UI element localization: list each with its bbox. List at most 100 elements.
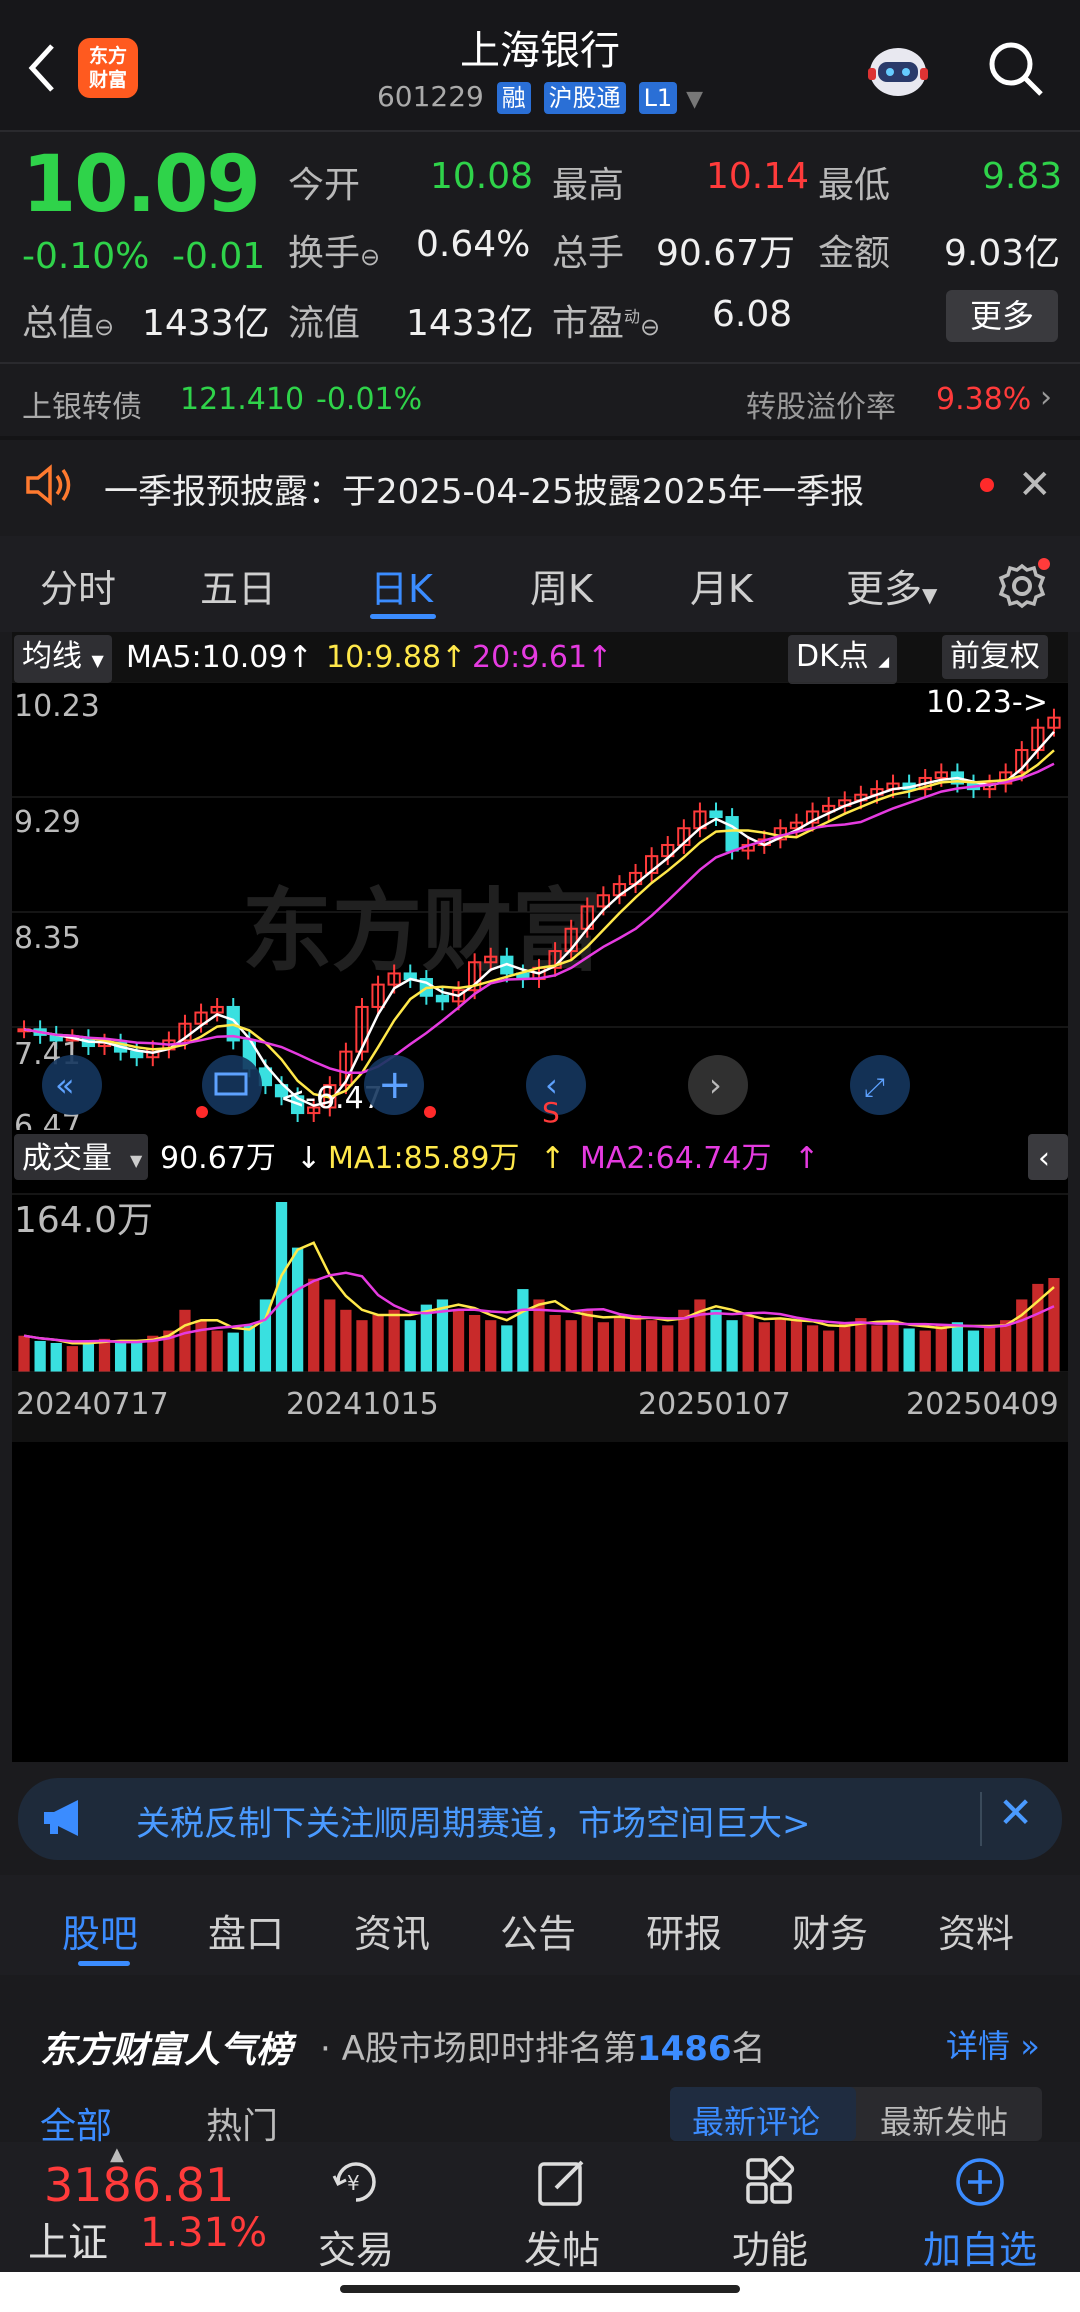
tab-order-book[interactable]: 盘口 — [208, 1903, 284, 1958]
header-bar: 东方财富 上海银行 601229 融 沪股通 L1 ▼ — [0, 0, 1080, 130]
volume-bar — [597, 1322, 610, 1372]
tab-intraday[interactable]: 分时 — [40, 558, 116, 613]
premium-label: 转股溢价率 — [746, 390, 896, 425]
low-value: 9.83 — [982, 156, 1063, 197]
volume-bar — [372, 1314, 384, 1372]
volume-bar — [291, 1247, 304, 1372]
candle-body — [435, 994, 450, 1003]
volume-bar — [356, 1320, 368, 1372]
volume-bar — [823, 1330, 835, 1372]
open-label: 今开 — [288, 165, 361, 206]
volume-bar — [34, 1340, 46, 1372]
tab-forum[interactable]: 股吧 — [62, 1903, 138, 1958]
sort-latest-comment[interactable]: 最新评论 — [692, 2097, 820, 2143]
open-value: 10.08 — [430, 156, 534, 197]
bottom-nav: ▲ 3186.81 上证 1.31% ¥ 交易 发帖 功能 加自选 — [0, 2142, 1080, 2272]
dropdown-triangle-icon[interactable]: ▼ — [686, 87, 703, 112]
dk-point-button[interactable]: DK点 ◢ — [788, 635, 898, 684]
expand-icon: ⤢ — [864, 1073, 885, 1103]
ma-selector[interactable]: 均线 ▼ — [14, 635, 112, 683]
plus-icon: + — [378, 1062, 412, 1108]
tab-more[interactable]: 更多▼ — [846, 558, 937, 613]
volume-bar — [662, 1325, 674, 1372]
volume-bar — [388, 1309, 400, 1372]
event-dot[interactable] — [196, 1106, 208, 1118]
vol-ma2-arrow: ↑ — [794, 1141, 819, 1176]
volume-bar — [18, 1335, 30, 1372]
bond-name[interactable]: 上银转债 — [22, 382, 142, 426]
tab-weekly-k[interactable]: 周K — [530, 558, 593, 613]
bond-price: 121.410 — [180, 382, 305, 417]
tab-daily-k[interactable]: 日K — [370, 558, 433, 613]
search-icon[interactable] — [985, 38, 1047, 100]
volume-bar — [420, 1304, 432, 1372]
more-quote-button[interactable]: 更多 — [946, 290, 1058, 342]
robot-assistant-icon[interactable] — [862, 34, 934, 106]
volume-bar — [871, 1325, 883, 1372]
volume-bar — [195, 1320, 207, 1372]
volume-bars — [18, 1202, 1060, 1372]
high-label: 最高 — [552, 165, 625, 206]
home-indicator[interactable] — [340, 2285, 740, 2293]
volume-bar — [758, 1322, 770, 1372]
vol-ma1-value: MA1:85.89万 — [328, 1141, 519, 1176]
tab-announcements[interactable]: 公告 — [500, 1903, 576, 1958]
volume-bar — [565, 1320, 577, 1372]
volume-bar — [243, 1325, 255, 1372]
volume-bar — [613, 1318, 626, 1372]
sort-latest-post[interactable]: 最新发帖 — [880, 2097, 1008, 2143]
volume-bar — [967, 1330, 980, 1372]
divider — [0, 130, 1080, 132]
ma-legend-bar: 均线 ▼ MA5:10.09↑ 10:9.88↑ 20:9.61↑ DK点 ◢ … — [12, 632, 1068, 684]
function-grid-icon — [746, 2155, 795, 2204]
volume-bar — [726, 1320, 738, 1372]
tab-finance[interactable]: 财务 — [792, 1903, 868, 1958]
settings-gear-icon[interactable] — [996, 556, 1052, 612]
nav-add-watchlist[interactable]: 加自选 — [900, 2142, 1060, 2272]
nav-trade[interactable]: ¥ 交易 — [296, 2142, 416, 2272]
price-axis-label: 10.23 — [14, 689, 100, 724]
volume-bar — [983, 1325, 996, 1372]
index-value[interactable]: 3186.81 — [44, 2158, 234, 2212]
volume-axis-max: 164.0万 — [14, 1200, 153, 1241]
volume-bar — [806, 1325, 819, 1372]
volume-value: 90.67万 — [160, 1141, 276, 1176]
tab-news[interactable]: 资讯 — [354, 1903, 430, 1958]
tab-research[interactable]: 研报 — [646, 1903, 722, 1958]
volume-bar — [919, 1330, 931, 1372]
volume-bar — [1000, 1320, 1012, 1372]
divider — [0, 362, 1080, 364]
date-label: 20250107 — [638, 1387, 791, 1422]
tab-five-day[interactable]: 五日 — [200, 558, 276, 613]
volume-bar — [855, 1318, 867, 1372]
zoom-out-button[interactable] — [202, 1055, 262, 1115]
chevron-right-icon[interactable]: › — [1040, 380, 1052, 415]
adjust-button[interactable]: 前复权 — [942, 635, 1048, 679]
tab-monthly-k[interactable]: 月K — [690, 558, 753, 613]
close-icon[interactable]: ✕ — [998, 1788, 1033, 1837]
volume-bar — [66, 1346, 78, 1372]
volume-label: 总手 — [552, 233, 625, 274]
volume-bar — [324, 1299, 336, 1372]
volume-bar — [839, 1322, 851, 1372]
volume-bar — [903, 1328, 915, 1372]
close-icon[interactable]: ✕ — [1018, 462, 1052, 508]
tab-profile[interactable]: 资料 — [938, 1903, 1014, 1958]
nav-trade-label: 交易 — [317, 2228, 394, 2272]
high-marker: 10.23-> — [926, 685, 1048, 720]
event-dot[interactable] — [424, 1106, 436, 1118]
volume-value: 90.67万 — [656, 233, 796, 274]
volume-bar — [340, 1309, 352, 1372]
volume-bar — [485, 1320, 497, 1372]
nav-function[interactable]: 功能 — [710, 2142, 830, 2272]
volume-bar — [468, 1314, 481, 1372]
popularity-details-link[interactable]: 详情 » — [946, 2021, 1040, 2067]
kline-chart-panel[interactable]: 均线 ▼ MA5:10.09↑ 10:9.88↑ 20:9.61↑ DK点 ◢ … — [12, 632, 1068, 1762]
nav-post-label: 发帖 — [523, 2228, 600, 2272]
notice-bar[interactable]: 一季报预披露：于2025-04-25披露2025年一季报 ✕ — [0, 440, 1080, 530]
promo-banner[interactable]: 关税反制下关注顺周期赛道，市场空间巨大> ✕ — [18, 1778, 1062, 1860]
nav-post[interactable]: 发帖 — [502, 2142, 622, 2272]
add-circle-icon — [956, 2158, 1004, 2206]
banner-text: 关税反制下关注顺周期赛道，市场空间巨大> — [136, 1804, 811, 1844]
candle-body — [725, 816, 739, 852]
